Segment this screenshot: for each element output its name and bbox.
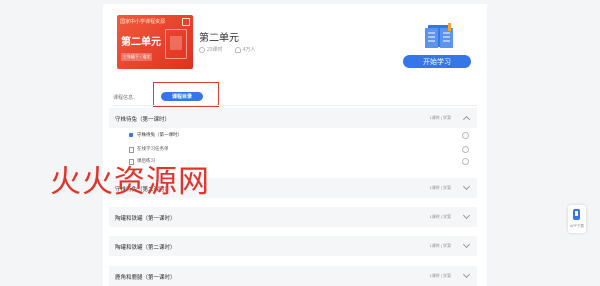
document-icon (129, 147, 134, 153)
lesson-label: 守株待兔（第一课时） (137, 132, 182, 137)
list-item[interactable]: 守株待兔（第一课时） (129, 131, 469, 141)
chapter-meta: 1课时 | 学案 (429, 214, 452, 219)
tab-divider (113, 105, 477, 106)
chevron-down-icon[interactable] (462, 182, 471, 191)
start-learning-button[interactable]: 开始学习 (403, 55, 471, 68)
chapter-row[interactable]: 守株待兔（第二课时） 1课时 | 学案 (109, 178, 477, 198)
status-circle-icon (462, 146, 469, 153)
cover-corner-icon (182, 18, 190, 26)
chapter-title: 陶罐和铁罐（第一课时） (115, 216, 176, 222)
document-icon (129, 159, 134, 165)
chapter-title: 守株待兔（第二课时） (115, 187, 171, 193)
chevron-down-icon[interactable] (462, 211, 471, 220)
video-icon (129, 133, 133, 137)
list-item[interactable]: 课后练习 (129, 157, 469, 167)
lesson-label: 在线学习任务单 (137, 146, 169, 151)
tab-course-catalog[interactable]: 课程目录 (161, 92, 203, 101)
page: 国家中小学课程资源 第二单元 三年级下 / 语文 第二单元 23课时 4万人 开… (0, 0, 600, 286)
chapter-row[interactable]: 守株待兔（第一课时） 1课时 | 学案 (109, 108, 477, 128)
app-download-button[interactable]: APP下载 (568, 205, 586, 233)
chapter-meta: 1课时 | 学案 (429, 273, 452, 278)
chapter-row[interactable]: 陶罐和铁罐（第一课时） 1课时 | 学案 (109, 207, 477, 227)
tab-course-info[interactable]: 课程信息 (113, 94, 133, 101)
course-cover: 国家中小学课程资源 第二单元 三年级下 / 语文 (117, 15, 193, 69)
page-title: 第二单元 (199, 33, 239, 44)
chapter-title: 守株待兔（第一课时） (115, 117, 171, 123)
app-download-label: APP下载 (569, 224, 584, 228)
chapter-row[interactable]: 陶罐和铁罐（第二课时） 1课时 | 学案 (109, 236, 477, 256)
chapter-meta: 1课时 | 学案 (429, 115, 452, 120)
learner-count-text: 4万人 (242, 47, 256, 53)
chapter-meta: 1课时 | 学案 (429, 185, 452, 190)
chevron-up-icon[interactable] (462, 115, 471, 124)
chapter-meta: 1课时 | 学案 (429, 243, 452, 248)
person-icon (234, 46, 241, 53)
phone-icon (573, 209, 580, 220)
book-icon (165, 29, 187, 59)
chapter-title: 鹿角和鹿腿（第一课时） (115, 275, 176, 281)
cover-grade: 三年级下 / 语文 (121, 53, 153, 61)
lesson-count: 23课时 (199, 46, 223, 53)
chevron-down-icon[interactable] (462, 270, 471, 279)
list-item[interactable]: 在线学习任务单 (129, 145, 469, 155)
chapter-row[interactable]: 鹿角和鹿腿（第一课时） 1课时 | 学案 (109, 266, 477, 286)
clock-icon (199, 46, 205, 53)
learner-count: 4万人 (234, 46, 256, 53)
course-meta: 23课时 4万人 (199, 46, 255, 53)
open-book-icon (425, 23, 453, 48)
chevron-down-icon[interactable] (462, 240, 471, 249)
lesson-count-text: 23课时 (207, 47, 223, 53)
chapter-title: 陶罐和铁罐（第二课时） (115, 245, 176, 251)
cover-brand: 国家中小学课程资源 (120, 19, 166, 25)
lesson-label: 课后练习 (137, 158, 155, 163)
status-circle-icon (462, 158, 469, 165)
course-card: 国家中小学课程资源 第二单元 三年级下 / 语文 第二单元 23课时 4万人 开… (103, 4, 487, 286)
cover-unit-title: 第二单元 (121, 37, 161, 48)
status-circle-icon (462, 132, 469, 139)
